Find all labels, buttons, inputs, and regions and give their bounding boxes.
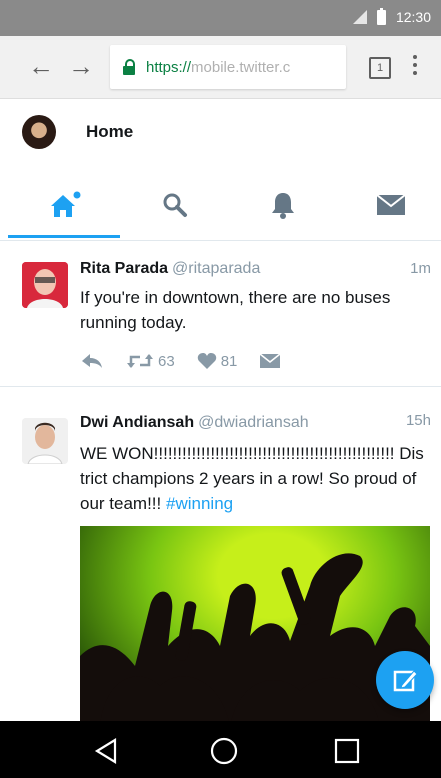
tweet-author-name[interactable]: Rita Parada [80,260,168,277]
tweet-actions: 63 81 [80,352,303,370]
home-icon [51,191,81,217]
tab-switcher-button[interactable]: 1 [369,57,391,79]
tab-home[interactable] [10,170,120,240]
hashtag-link[interactable]: #winning [166,494,233,513]
like-count: 81 [220,352,238,370]
back-triangle-icon [94,738,117,764]
address-bar[interactable]: https://mobile.twitter.c [110,45,346,89]
avatar-image [22,418,68,464]
lock-icon [122,59,136,75]
active-tab-indicator [8,235,120,238]
tweet-timestamp: 15h [405,412,431,429]
heart-icon [197,353,216,369]
envelope-icon [259,353,281,368]
retweet-button[interactable]: 63 [126,352,175,370]
avatar-image [22,262,68,308]
tweet-author-handle[interactable]: @dwiadriansah [198,414,309,431]
home-circle-icon [210,737,238,765]
status-bar: 12:30 [0,0,441,36]
reply-button[interactable] [80,352,104,370]
like-button[interactable]: 81 [197,352,238,370]
tweet-author-name[interactable]: Dwi Andiansah [80,414,194,431]
tweet-author-handle[interactable]: @ritaparada [172,260,260,277]
back-arrow-icon[interactable]: ← [28,51,54,81]
battery-icon [376,7,386,25]
recents-button[interactable] [331,735,363,767]
recents-square-icon [334,738,360,764]
back-button[interactable] [90,735,122,767]
search-icon [163,193,187,217]
compose-icon [393,670,418,692]
forward-arrow-icon[interactable]: → [68,51,94,81]
tweet-photo[interactable] [80,526,430,726]
signal-icon [352,10,367,24]
reply-icon [82,354,102,368]
tweet-timestamp: 1m [410,260,431,277]
tab-messages[interactable] [336,170,441,240]
retweet-icon [127,354,153,368]
avatar[interactable] [22,115,56,149]
crowd-photo-image [80,553,430,726]
bell-icon [272,193,294,219]
browser-toolbar: ← → https://mobile.twitter.c 1 [0,36,441,99]
overflow-menu-icon[interactable] [413,55,417,79]
compose-tweet-button[interactable] [376,651,434,709]
tab-notifications[interactable] [228,170,338,240]
tweet[interactable]: Rita Parada @ritaparada 1m If you're in d… [0,240,441,387]
tweet-text: If you're in downtown, there are no buse… [80,288,391,332]
envelope-icon [376,194,406,215]
direct-message-button[interactable] [259,353,281,369]
url-text: https://mobile.twitter.c [146,58,291,76]
retweet-count: 63 [158,352,175,370]
page-title: Home [86,122,134,141]
tweet-avatar[interactable] [22,418,68,464]
tab-search[interactable] [120,170,230,240]
tweet-text: WE WON!!!!!!!!!!!!!!!!!!!!!!!!!!!!!!!!!!… [80,444,424,513]
home-button[interactable] [208,735,240,767]
status-time: 12:30 [395,9,431,25]
tweet-avatar[interactable] [22,262,68,308]
home-header: Home [0,98,441,170]
tab-bar [0,170,441,241]
android-nav-bar [0,721,441,778]
